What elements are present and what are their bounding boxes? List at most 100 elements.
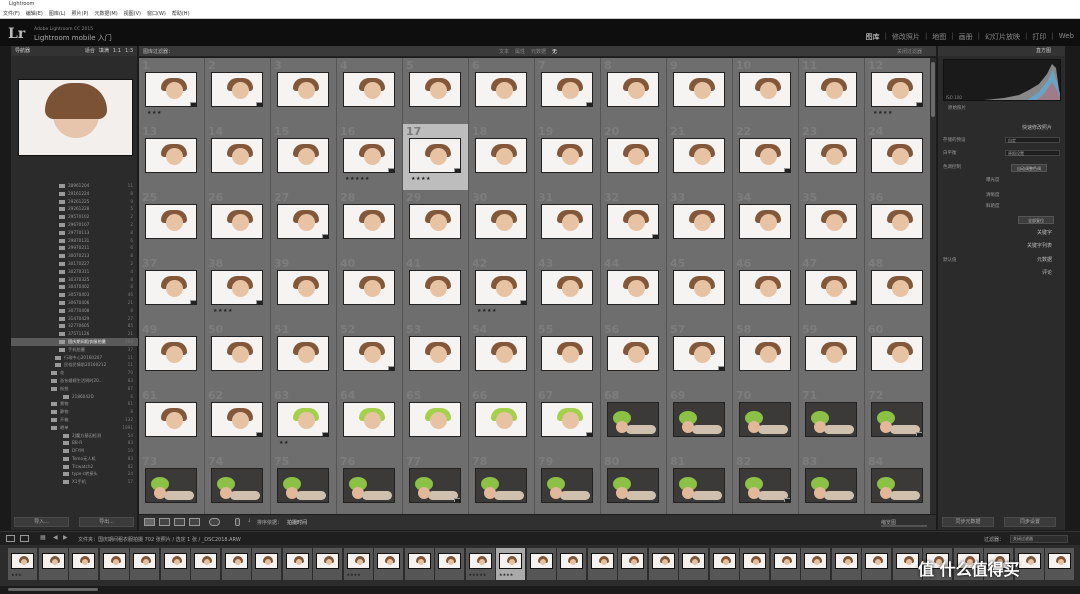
photo-thumbnail[interactable] — [607, 402, 659, 437]
folder-row[interactable]: 景物 61 — [11, 400, 138, 408]
grid-cell[interactable]: 31 — [535, 190, 601, 257]
filter-option[interactable]: 文本 — [499, 48, 509, 55]
grid-cell[interactable]: 52 — [337, 322, 403, 389]
filmstrip-thumb[interactable] — [160, 548, 190, 580]
histogram[interactable]: ISO 100 f/4.0 — [943, 59, 1061, 101]
grid-cell[interactable]: 74 — [205, 454, 271, 514]
grid-cell[interactable]: 7 — [535, 58, 601, 125]
photo-thumbnail[interactable] — [343, 402, 395, 437]
grid-cell[interactable]: 49 — [139, 322, 205, 389]
filmstrip-thumb[interactable] — [282, 548, 312, 580]
grid-cell[interactable]: 6 — [469, 58, 535, 125]
grid-cell[interactable]: 58 — [733, 322, 799, 389]
photo-thumbnail[interactable] — [145, 72, 197, 107]
photo-thumbnail[interactable] — [541, 72, 593, 107]
folder-row[interactable]: 行政中心20160207 11 — [11, 354, 138, 362]
grid-cell[interactable]: 67 — [535, 388, 601, 455]
photo-thumbnail[interactable] — [607, 138, 659, 173]
filmstrip-thumb[interactable] — [1045, 548, 1074, 580]
back-arrow-icon[interactable]: ◀ — [53, 534, 58, 541]
grid-cell[interactable]: 51 — [271, 322, 337, 389]
folder-row[interactable]: 29261228 5 — [11, 205, 138, 213]
photo-thumbnail[interactable] — [805, 270, 857, 305]
folder-row[interactable]: 晒单 1991 — [11, 424, 138, 432]
filmstrip-thumb[interactable] — [435, 548, 464, 580]
filter-option[interactable]: 元数据 — [531, 48, 546, 55]
photo-thumbnail[interactable] — [145, 204, 197, 239]
folder-row[interactable]: 29161224 8 — [11, 190, 138, 198]
filmstrip-thumb[interactable] — [191, 548, 220, 580]
original-photo-row[interactable]: 原始照片 — [948, 105, 1066, 111]
grid-cell[interactable]: 77 — [403, 454, 469, 514]
filmstrip-thumb[interactable]: ★★★ — [8, 548, 37, 580]
grid-cell[interactable]: 81 — [667, 454, 733, 514]
folder-row[interactable]: 手机拍摄 37 — [11, 346, 138, 354]
filter-option[interactable]: 无 — [552, 48, 557, 55]
filmstrip-thumb[interactable] — [801, 548, 830, 580]
grid-icon[interactable]: ▦ — [40, 534, 46, 541]
grid-cell[interactable]: 26 — [205, 190, 271, 257]
filmstrip-thumb[interactable] — [709, 548, 739, 580]
folder-row[interactable]: 30270311 4 — [11, 268, 138, 276]
filmstrip-thumb[interactable] — [69, 548, 98, 580]
photo-thumbnail[interactable] — [277, 204, 329, 239]
menu-item[interactable]: 文件(F) — [3, 11, 20, 17]
filmstrip-thumb[interactable] — [221, 548, 251, 580]
grid-cell[interactable]: 27 — [271, 190, 337, 257]
photo-thumbnail[interactable] — [475, 336, 527, 371]
photo-thumbnail[interactable] — [211, 336, 263, 371]
photo-thumbnail[interactable] — [871, 270, 923, 305]
photo-thumbnail[interactable] — [607, 468, 659, 503]
vibrance-row[interactable]: 鲜艳度 — [986, 203, 1056, 209]
photo-thumbnail[interactable] — [409, 402, 461, 437]
grid-cell[interactable]: 75 — [271, 454, 337, 514]
grid-cell[interactable]: 59 — [799, 322, 865, 389]
filmstrip-scrollbar[interactable] — [0, 586, 1080, 594]
grid-cell[interactable]: 73 — [139, 454, 205, 514]
photo-thumbnail[interactable] — [739, 72, 791, 107]
photo-thumbnail[interactable] — [343, 468, 395, 503]
filmstrip-thumb[interactable] — [38, 548, 68, 580]
grid-cell[interactable]: 10 — [733, 58, 799, 125]
saved-preset-select[interactable]: 自定 — [1005, 137, 1060, 143]
photo-thumbnail[interactable] — [409, 270, 461, 305]
photo-thumbnail[interactable] — [277, 402, 329, 437]
zoom-fit[interactable]: 适合 — [85, 46, 95, 56]
filter-preset[interactable]: 关闭过滤器 — [897, 48, 922, 55]
photo-thumbnail[interactable] — [409, 204, 461, 239]
grid-cell[interactable]: 60 — [865, 322, 930, 389]
grid-cell[interactable]: 53 — [403, 322, 469, 389]
comments-header[interactable]: 评论 — [938, 268, 1066, 278]
grid-cell[interactable]: 30 — [469, 190, 535, 257]
folder-row[interactable]: type-c转接头 24 — [11, 470, 138, 478]
zoom-1-3[interactable]: 1:3 — [125, 46, 133, 56]
module-tab[interactable]: 打印 — [1032, 32, 1046, 42]
grid-scroll-thumb[interactable] — [931, 62, 935, 117]
photo-thumbnail[interactable] — [871, 336, 923, 371]
metadata-header[interactable]: 元数据 — [938, 255, 1066, 265]
module-tab[interactable]: 图库 — [866, 32, 880, 42]
photo-thumbnail[interactable] — [475, 270, 527, 305]
grid-cell[interactable]: 21 — [667, 124, 733, 191]
grid-cell[interactable]: 40 — [337, 256, 403, 323]
keyword-list-header[interactable]: 关键字列表 — [938, 241, 1066, 251]
grid-cell[interactable]: 43 — [535, 256, 601, 323]
photo-thumbnail[interactable] — [475, 402, 527, 437]
photo-thumbnail[interactable] — [211, 402, 263, 437]
menu-item[interactable]: 帮助(H) — [172, 11, 190, 17]
grid-cell[interactable]: 19 — [535, 124, 601, 191]
photo-thumbnail[interactable] — [739, 138, 791, 173]
star-rating[interactable]: ★★★★ — [873, 110, 893, 116]
photo-thumbnail[interactable] — [805, 72, 857, 107]
folder-row[interactable]: 32770605 85 — [11, 322, 138, 330]
grid-cell[interactable]: 5 — [403, 58, 469, 125]
photo-thumbnail[interactable] — [409, 336, 461, 371]
folder-row[interactable]: 开箱 132 — [11, 416, 138, 424]
photo-thumbnail[interactable] — [871, 138, 923, 173]
folder-row[interactable]: 29870131 6 — [11, 237, 138, 245]
menu-item[interactable]: 视图(V) — [124, 11, 141, 17]
filmstrip-thumb[interactable] — [252, 548, 281, 580]
grid-cell[interactable]: 9 — [667, 58, 733, 125]
photo-thumbnail[interactable] — [145, 270, 197, 305]
photo-thumbnail[interactable] — [607, 336, 659, 371]
